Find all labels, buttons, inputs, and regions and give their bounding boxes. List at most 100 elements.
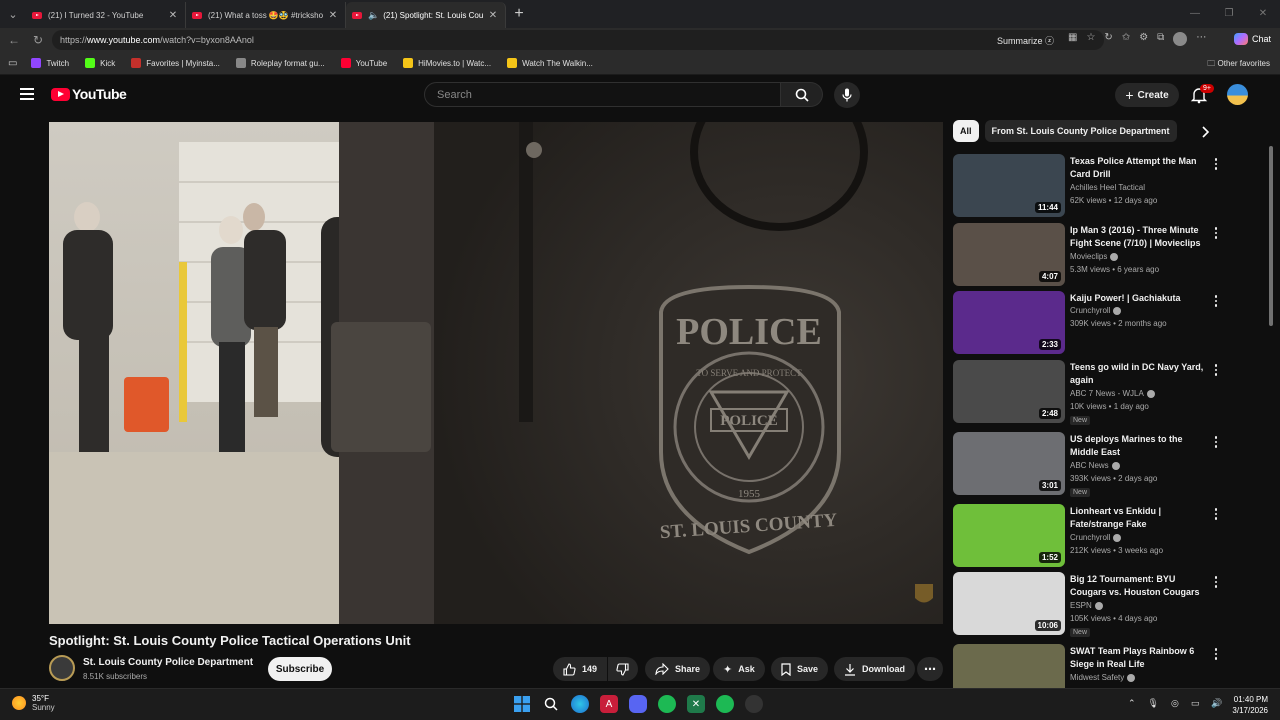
extensions-refresh-icon[interactable]: ↻ [1104, 32, 1112, 46]
bookmark-kick[interactable]: Kick [85, 58, 115, 68]
favorite-star-icon[interactable]: ☆ [1086, 32, 1095, 46]
browser-tab-2[interactable]: (21) What a toss 🤩🥸 #trickshot ✕ [186, 2, 346, 28]
chip-from-channel[interactable]: From St. Louis County Police Department [984, 120, 1177, 142]
video-thumbnail[interactable]: 1:52 [953, 504, 1065, 567]
browser-tab-3-active[interactable]: 🔈 (21) Spotlight: St. Louis County ✕ [346, 2, 506, 28]
recommendation-item[interactable]: 3:01 US deploys Marines to the Middle Eas… [953, 432, 1253, 497]
more-actions-button[interactable]: ⋯ [917, 657, 943, 681]
close-window-icon[interactable]: ✕ [1246, 0, 1280, 28]
favorites-icon[interactable]: ✩ [1122, 32, 1130, 46]
video-thumbnail[interactable] [953, 644, 1065, 688]
reader-view-icon[interactable]: ▦ [1068, 32, 1077, 46]
recommendation-item[interactable]: 1:52 Lionheart vs Enkidu | Fate/strange F… [953, 504, 1253, 568]
subscribe-button[interactable]: Subscribe [268, 657, 332, 681]
bookmark-myinsta[interactable]: Favorites | Myinsta... [131, 58, 220, 68]
red-app-icon[interactable]: A [600, 695, 618, 713]
recommendation-item[interactable]: 4:07 Ip Man 3 (2016) - Three Minute Fight… [953, 223, 1253, 287]
volume-icon[interactable]: 🔊 [1211, 698, 1222, 709]
video-thumbnail[interactable]: 2:48 [953, 360, 1065, 423]
browser-tab-1[interactable]: (21) I Turned 32 - YouTube ✕ [26, 2, 186, 28]
bookmark-walking-dead[interactable]: Watch The Walkin... [507, 58, 593, 68]
video-thumbnail[interactable]: 3:01 [953, 432, 1065, 495]
tab-close-icon[interactable]: ✕ [167, 10, 179, 21]
video-player[interactable]: POLICE POLICE 1955 ST. LOUIS COUNTY TO S… [49, 122, 943, 624]
more-vertical-icon[interactable] [1212, 227, 1220, 241]
search-button[interactable] [781, 82, 823, 107]
summarize-button[interactable]: Summarize ⓩ [997, 34, 1054, 47]
network-icon[interactable]: ▭ [1191, 698, 1200, 709]
voice-search-button[interactable] [834, 82, 860, 108]
recommendation-item[interactable]: 10:06 Big 12 Tournament: BYU Cougars vs. … [953, 572, 1253, 637]
bookmark-twitch[interactable]: Twitch [31, 58, 69, 68]
page-scrollbar[interactable] [1268, 76, 1274, 326]
more-vertical-icon[interactable] [1212, 158, 1220, 172]
bookmark-youtube[interactable]: YouTube [340, 58, 387, 68]
recommendation-channel[interactable]: Movieclips [1070, 252, 1119, 261]
back-arrow-icon[interactable]: ← [2, 33, 26, 47]
download-button[interactable]: Download [834, 657, 915, 681]
more-vertical-icon[interactable] [1212, 648, 1220, 662]
recommendation-channel[interactable]: ABC 7 News - WJLA [1070, 389, 1155, 398]
channel-avatar[interactable] [49, 655, 75, 681]
recommendation-title[interactable]: Texas Police Attempt the Man Card Drill [1070, 155, 1208, 181]
windows-start-icon[interactable] [513, 695, 531, 713]
recommendation-title[interactable]: Teens go wild in DC Navy Yard, again [1070, 361, 1208, 387]
taskbar-search-icon[interactable] [542, 695, 560, 713]
recommendation-channel[interactable]: ESPN [1070, 601, 1103, 610]
recommendation-title[interactable]: Big 12 Tournament: BYU Cougars vs. Houst… [1070, 573, 1208, 599]
new-tab-plus-icon[interactable]: + [506, 5, 532, 23]
video-thumbnail[interactable]: 11:44 [953, 154, 1065, 217]
recommendation-title[interactable]: Kaiju Power! | Gachiakuta [1070, 292, 1208, 305]
recommendation-title[interactable]: US deploys Marines to the Middle East [1070, 433, 1208, 459]
share-button[interactable]: Share [645, 657, 711, 681]
recommendation-item[interactable]: 11:44 Texas Police Attempt the Man Card D… [953, 154, 1253, 218]
tab-close-icon[interactable]: ✕ [487, 10, 499, 21]
tab-actions-chevron-icon[interactable]: ⌄ [0, 0, 26, 28]
ask-button[interactable]: ✦ Ask [713, 657, 765, 681]
save-button[interactable]: Save [771, 657, 829, 681]
more-vertical-icon[interactable] [1212, 295, 1220, 309]
create-button[interactable]: + Create [1115, 83, 1179, 107]
video-thumbnail[interactable]: 4:07 [953, 223, 1065, 286]
copilot-chat-button[interactable]: Chat [1234, 33, 1271, 45]
restore-icon[interactable]: ❐ [1212, 0, 1246, 28]
minimize-icon[interactable]: — [1178, 0, 1212, 28]
more-vertical-icon[interactable] [1212, 508, 1220, 522]
video-thumbnail[interactable]: 10:06 [953, 572, 1065, 635]
like-button[interactable]: 149 [553, 657, 607, 681]
mic-tray-icon[interactable]: 🎙 [1148, 698, 1159, 709]
dislike-button[interactable] [608, 657, 638, 681]
user-avatar[interactable] [1227, 84, 1248, 105]
recommendation-title[interactable]: Lionheart vs Enkidu | Fate/strange Fake [1070, 505, 1208, 531]
more-vertical-icon[interactable] [1212, 576, 1220, 590]
green-app-icon[interactable] [658, 695, 676, 713]
recommendation-channel[interactable]: Crunchyroll [1070, 533, 1122, 542]
steam-icon[interactable] [745, 695, 763, 713]
search-input[interactable] [424, 82, 781, 107]
taskbar-clock[interactable]: 01:40 PM 3/17/2026 [1232, 694, 1268, 716]
spotify-icon[interactable] [716, 695, 734, 713]
recommendation-channel[interactable]: ABC News [1070, 461, 1120, 470]
show-hidden-icons-chevron-icon[interactable]: ⌃ [1128, 698, 1136, 709]
bookmark-roleplay[interactable]: Roleplay format gu... [235, 58, 325, 68]
tab-close-icon[interactable]: ✕ [327, 10, 339, 21]
url-field[interactable]: https://www.youtube.com/watch?v=byxon8AA… [52, 30, 1104, 50]
more-options-icon[interactable]: ⋯ [1196, 32, 1206, 46]
menu-icon[interactable] [20, 88, 34, 100]
youtube-logo[interactable]: YouTube [51, 86, 127, 102]
recommendation-channel[interactable]: Achilles Heel Tactical [1070, 183, 1145, 192]
edge-browser-icon[interactable] [571, 695, 589, 713]
recommendation-channel[interactable]: Crunchyroll [1070, 306, 1122, 315]
extensions-icon[interactable]: ⚙ [1139, 32, 1148, 46]
recommendation-title[interactable]: Ip Man 3 (2016) - Three Minute Fight Sce… [1070, 224, 1208, 250]
recommendation-channel[interactable]: Midwest Safety [1070, 673, 1136, 682]
recommendation-title[interactable]: SWAT Team Plays Rainbow 6 Siege in Real … [1070, 645, 1208, 671]
refresh-icon[interactable]: ↻ [26, 33, 50, 47]
bookmark-himovies[interactable]: HiMovies.to | Watc... [403, 58, 491, 68]
tab-search-icon[interactable]: ▭ [8, 58, 17, 69]
recommendation-item[interactable]: 2:33 Kaiju Power! | Gachiakuta Crunchyroll… [953, 291, 1253, 355]
chip-all[interactable]: All [953, 120, 979, 142]
audio-playing-icon[interactable]: 🔈 [368, 10, 379, 21]
weather-widget[interactable]: 35°F Sunny [12, 694, 55, 712]
more-vertical-icon[interactable] [1212, 364, 1220, 378]
